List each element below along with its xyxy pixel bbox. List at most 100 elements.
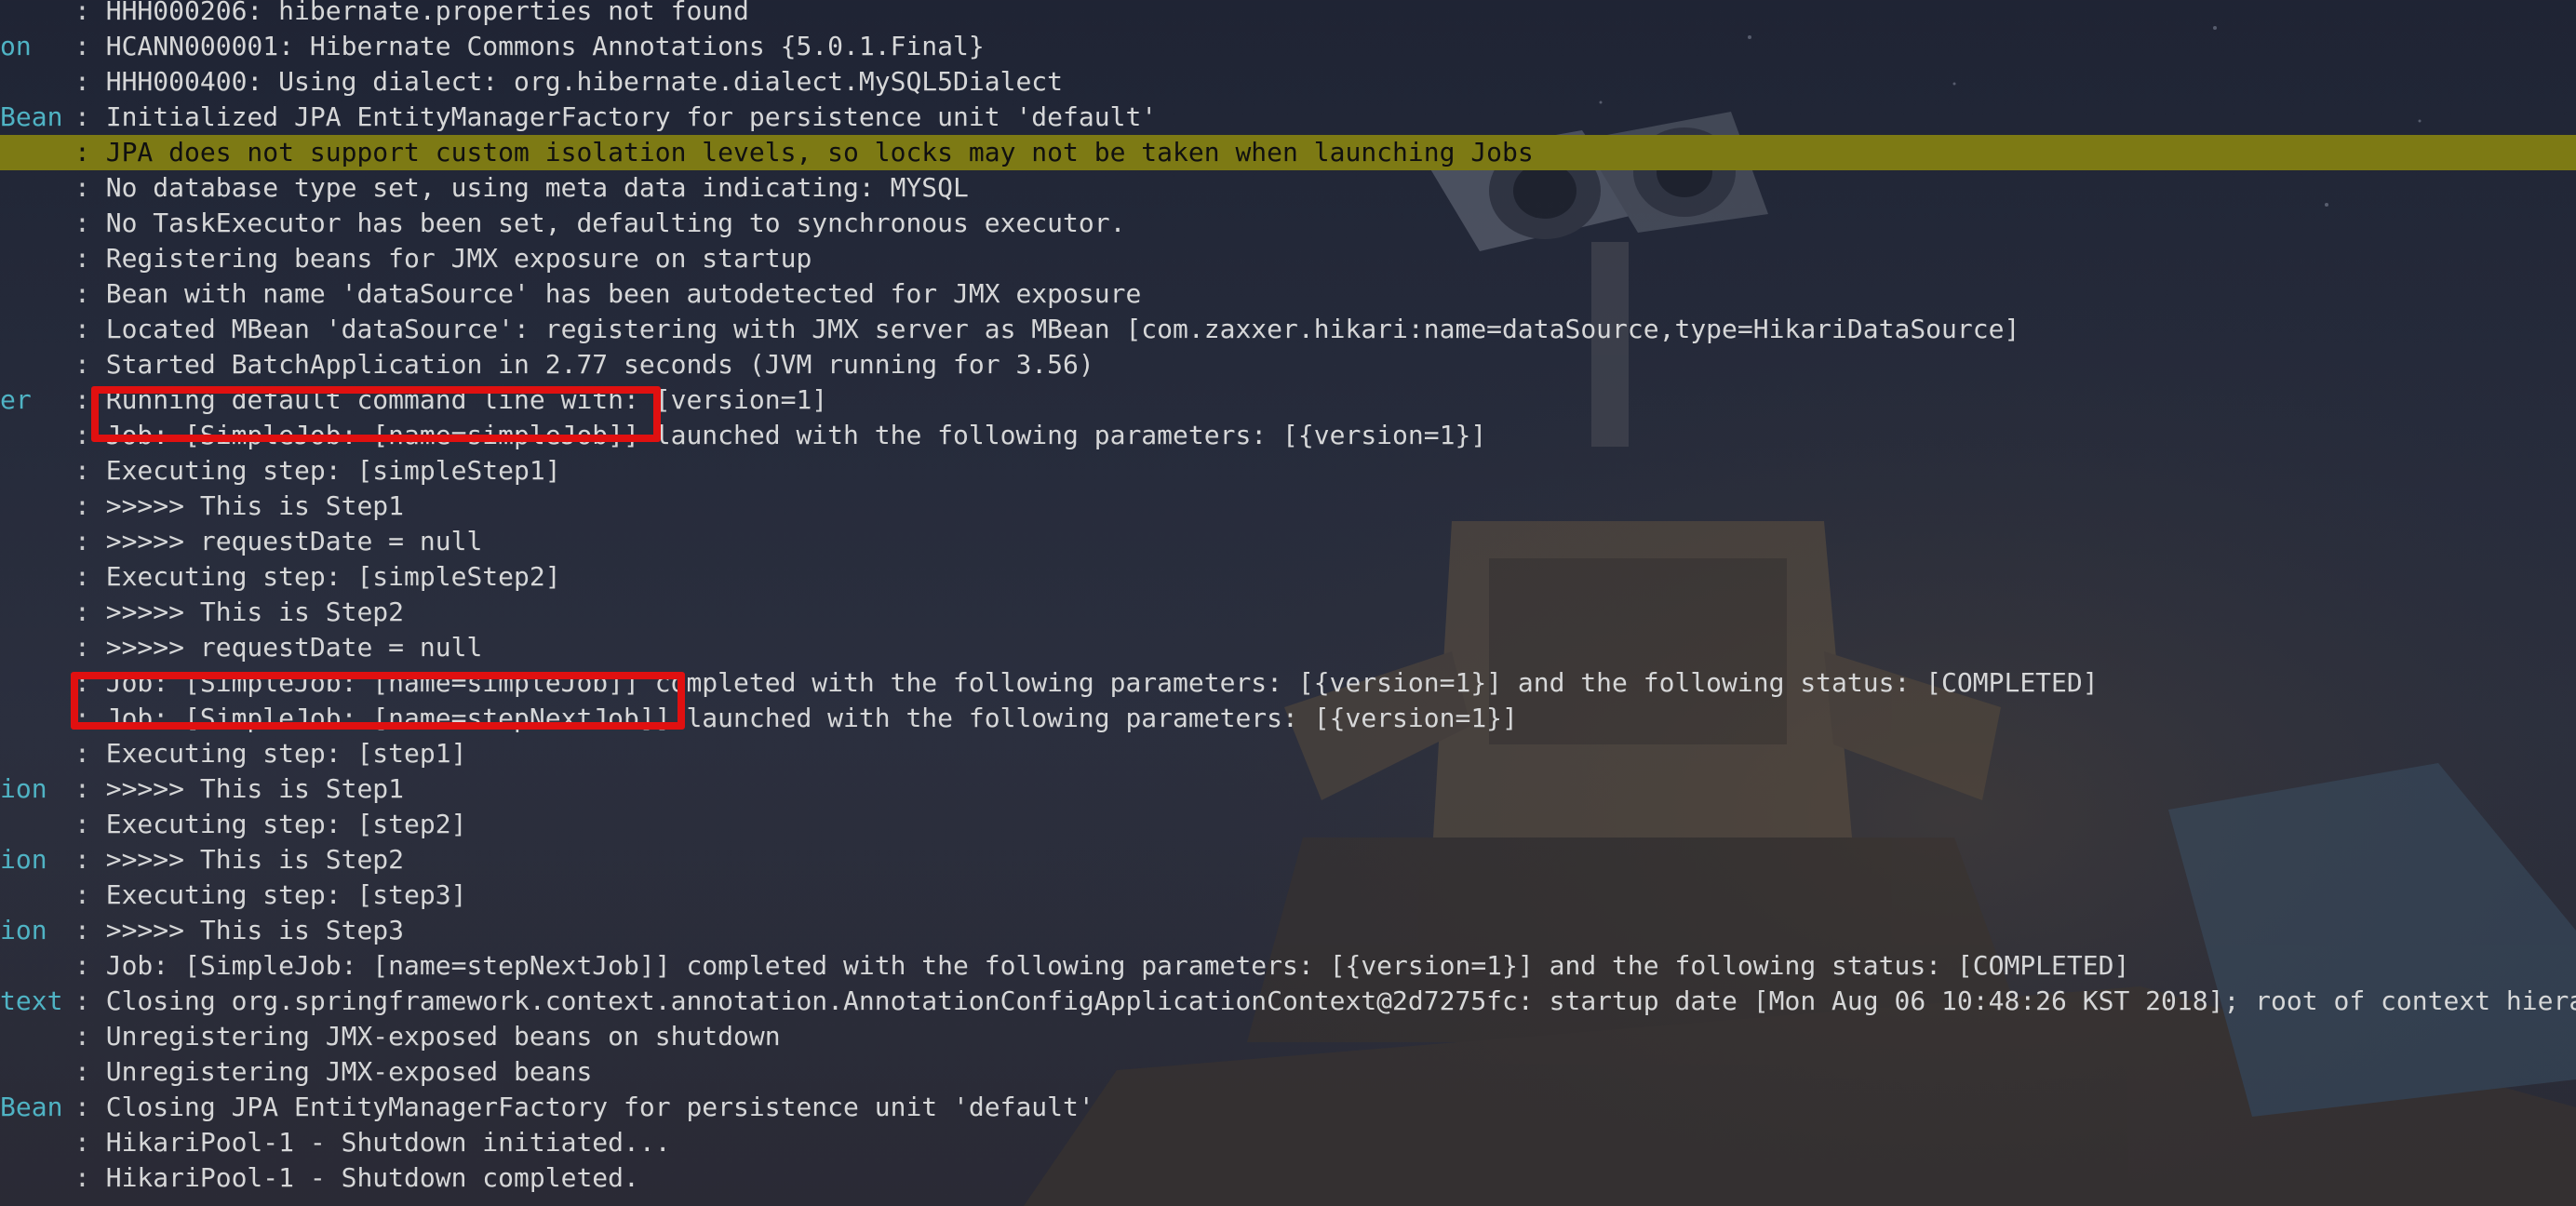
log-message: No database type set, using meta data in… [105,172,969,203]
log-line: : Unregistering JMX-exposed beans on shu… [0,1019,2576,1054]
log-line: : HikariPool-1 - Shutdown initiated... [0,1125,2576,1160]
log-message: Bean with name 'dataSource' has been aut… [105,278,1142,309]
log-message: Located MBean 'dataSource': registering … [105,314,2020,344]
log-message: HikariPool-1 - Shutdown initiated... [105,1127,671,1158]
annotation-box-stepnextjob [71,672,685,730]
log-line: : HHH000400: Using dialect: org.hibernat… [0,64,2576,100]
log-line: : Bean with name 'dataSource' has been a… [0,276,2576,312]
log-separator: : [74,1092,106,1122]
log-line: text: Closing org.springframework.contex… [0,984,2576,1019]
log-message: >>>>> This is Step2 [105,844,405,875]
terminal-log-output: : HHH000206: hibernate.properties not fo… [0,0,2576,1196]
log-message: Job: [SimpleJob: [name=stepNextJob]] com… [105,950,2130,981]
log-message: >>>>> requestDate = null [105,632,483,663]
log-message: Executing step: [step2] [105,809,467,839]
log-message: >>>>> This is Step1 [105,490,405,521]
logger-name: ion [0,773,47,804]
log-line: : No TaskExecutor has been set, defaulti… [0,206,2576,241]
log-message: >>>>> requestDate = null [105,526,483,556]
log-line: : Registering beans for JMX exposure on … [0,241,2576,276]
log-separator: : [74,172,106,203]
logger-name: Bean [0,101,63,132]
log-separator: : [74,349,106,380]
log-message: Started BatchApplication in 2.77 seconds… [105,349,1094,380]
log-line-warning-highlighted: : JPA does not support custom isolation … [0,135,2576,170]
log-line: : >>>>> This is Step2 [0,595,2576,630]
log-line: : >>>>> requestDate = null [0,630,2576,665]
log-message: Unregistering JMX-exposed beans [105,1056,593,1087]
log-separator: : [74,844,106,875]
log-line: : Started BatchApplication in 2.77 secon… [0,347,2576,382]
logger-name: ion [0,915,47,945]
log-line: : HHH000206: hibernate.properties not fo… [0,0,2576,29]
log-line: : No database type set, using meta data … [0,170,2576,206]
log-line: : >>>>> requestDate = null [0,524,2576,559]
log-message: JPA does not support custom isolation le… [105,137,1534,168]
log-separator: : [74,455,106,486]
log-separator: : [74,101,106,132]
log-separator: : [74,738,106,769]
log-separator: : [74,243,106,274]
log-separator: : [74,950,106,981]
log-line: : Executing step: [step1] [0,736,2576,771]
log-line: : Executing step: [simpleStep1] [0,453,2576,489]
log-message: >>>>> This is Step3 [105,915,405,945]
log-line: : Job: [SimpleJob: [name=stepNextJob]] c… [0,948,2576,984]
log-message: Executing step: [simpleStep1] [105,455,561,486]
log-separator: : [74,66,106,97]
log-line: : HikariPool-1 - Shutdown completed. [0,1160,2576,1196]
log-message: Executing step: [simpleStep2] [105,561,561,592]
log-message: Closing org.springframework.context.anno… [105,985,2576,1016]
log-line: : Located MBean 'dataSource': registerin… [0,312,2576,347]
log-line: : Unregistering JMX-exposed beans [0,1054,2576,1090]
log-separator: : [74,773,106,804]
log-separator: : [74,879,106,910]
log-message: Closing JPA EntityManagerFactory for per… [105,1092,1094,1122]
log-separator: : [74,1056,106,1087]
log-line: : Executing step: [step3] [0,878,2576,913]
log-separator: : [74,809,106,839]
log-message: HikariPool-1 - Shutdown completed. [105,1162,639,1193]
log-message: Executing step: [step1] [105,738,467,769]
log-separator: : [74,137,106,168]
log-separator: : [74,278,106,309]
log-line: ion: >>>>> This is Step3 [0,913,2576,948]
log-separator: : [74,1127,106,1158]
log-separator: : [74,596,106,627]
logger-name: er [0,384,32,415]
log-line: ion: >>>>> This is Step1 [0,771,2576,807]
log-line: Bean: Closing JPA EntityManagerFactory f… [0,1090,2576,1125]
log-message: Initialized JPA EntityManagerFactory for… [105,101,1158,132]
log-separator: : [74,915,106,945]
log-separator: : [74,31,106,61]
logger-name: text [0,985,63,1016]
logger-name: on [0,31,32,61]
logger-name: Bean [0,1092,63,1122]
log-separator: : [74,985,106,1016]
log-separator: : [74,526,106,556]
log-line: Bean: Initialized JPA EntityManagerFacto… [0,100,2576,135]
log-message: HHH000400: Using dialect: org.hibernate.… [105,66,1064,97]
log-line: on: HCANN000001: Hibernate Commons Annot… [0,29,2576,64]
log-message: Executing step: [step3] [105,879,467,910]
log-separator: : [74,1162,106,1193]
log-separator: : [74,314,106,344]
log-line: ion: >>>>> This is Step2 [0,842,2576,878]
log-message: Unregistering JMX-exposed beans on shutd… [105,1021,781,1052]
log-separator: : [74,1021,106,1052]
log-separator: : [74,632,106,663]
log-separator: : [74,561,106,592]
logger-name: ion [0,844,47,875]
log-line: : Executing step: [step2] [0,807,2576,842]
log-message: Registering beans for JMX exposure on st… [105,243,812,274]
log-separator: : [74,208,106,238]
log-message: >>>>> This is Step2 [105,596,405,627]
log-message: HHH000206: hibernate.properties not foun… [105,0,749,26]
log-separator: : [74,0,106,26]
log-line: : >>>>> This is Step1 [0,489,2576,524]
log-line: : Executing step: [simpleStep2] [0,559,2576,595]
log-message: HCANN000001: Hibernate Commons Annotatio… [105,31,985,61]
annotation-box-simplejob [91,386,661,442]
log-separator: : [74,490,106,521]
log-message: No TaskExecutor has been set, defaulting… [105,208,1126,238]
